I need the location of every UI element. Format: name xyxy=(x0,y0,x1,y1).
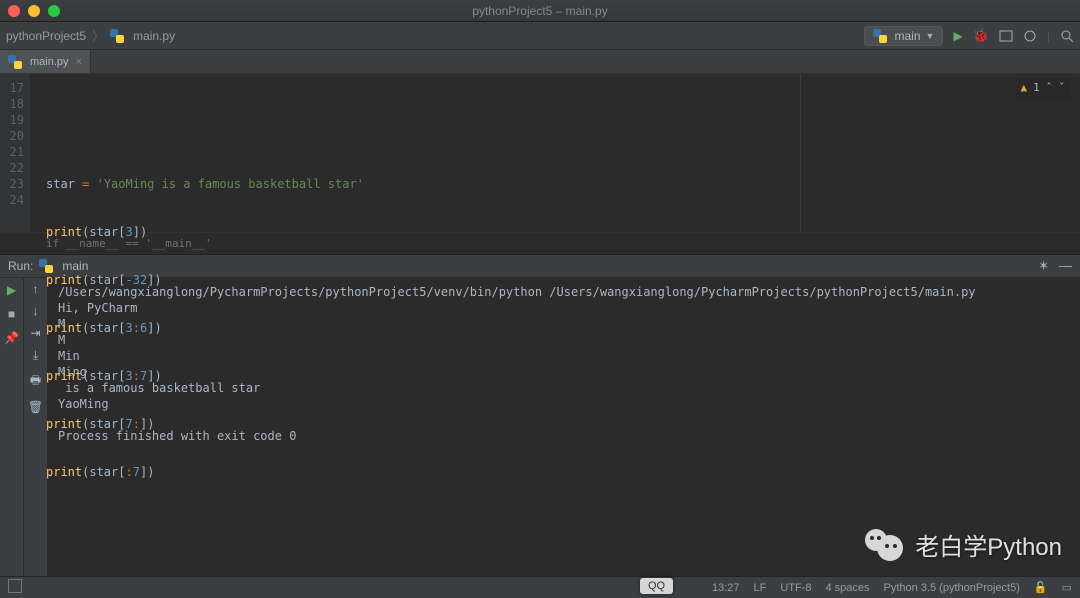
indent[interactable]: 4 spaces xyxy=(826,582,870,594)
editor-tab-main[interactable]: main.py × xyxy=(0,50,91,73)
breadcrumb-sep: 〉 xyxy=(92,27,104,44)
close-icon[interactable]: × xyxy=(76,56,82,68)
line-sep[interactable]: LF xyxy=(753,582,766,594)
warning-icon: ▲ xyxy=(1021,80,1028,96)
encoding[interactable]: UTF-8 xyxy=(780,582,811,594)
run-toolbar-left: ▶ ■ 📌 xyxy=(0,278,24,588)
stop-button[interactable]: ■ xyxy=(4,306,20,322)
clear-button[interactable]: 🗑 xyxy=(28,400,43,414)
print-button[interactable]: 🖶 xyxy=(30,371,41,392)
down-stack-button[interactable]: ↓ xyxy=(33,304,39,318)
watermark-text: 老白学Python xyxy=(915,527,1062,562)
editor-tabs: main.py × xyxy=(0,50,1080,74)
breadcrumb-file[interactable]: main.py xyxy=(133,29,175,43)
run-toolbar-left2: ↑ ↓ ⇥ ⤓ 🖶 🗑 xyxy=(24,278,48,588)
python-icon xyxy=(39,259,53,273)
nav-down-icon[interactable]: ˇ xyxy=(1058,80,1065,96)
code-area[interactable]: star = 'YaoMing is a famous basketball s… xyxy=(30,74,1080,232)
dock-tooltip: QQ xyxy=(640,578,673,594)
python-file-icon xyxy=(8,55,22,69)
interpreter[interactable]: Python 3.5 (pythonProject5) xyxy=(884,582,1020,594)
watermark: 老白学Python xyxy=(865,527,1062,562)
run-label: Run: xyxy=(8,259,33,273)
tool-windows-icon[interactable] xyxy=(8,579,22,593)
tab-label: main.py xyxy=(30,56,69,68)
profile-button[interactable] xyxy=(1023,29,1037,43)
run-button[interactable]: ▶ xyxy=(953,29,962,43)
nav-up-icon[interactable]: ˆ xyxy=(1046,80,1053,96)
macos-titlebar: pythonProject5 – main.py xyxy=(0,0,1080,22)
breadcrumb-project[interactable]: pythonProject5 xyxy=(6,29,86,43)
line-gutter: 17 18 19 20 21 22 23 24 xyxy=(0,74,30,232)
inspections-widget[interactable]: ▲ 1 ˆ ˇ xyxy=(1016,78,1071,98)
search-everywhere-button[interactable] xyxy=(1060,29,1074,43)
soft-wrap-button[interactable]: ⇥ xyxy=(30,326,40,340)
debug-button[interactable]: 🐞 xyxy=(973,28,989,44)
scroll-end-button[interactable]: ⤓ xyxy=(33,348,38,363)
code-editor[interactable]: 17 18 19 20 21 22 23 24 star = 'YaoMing … xyxy=(0,74,1080,232)
run-config-selector[interactable]: main ▼ xyxy=(864,26,944,46)
run-coverage-button[interactable] xyxy=(999,29,1013,43)
wechat-icon xyxy=(865,529,905,561)
status-bar: 13:27 LF UTF-8 4 spaces Python 3.5 (pyth… xyxy=(0,576,1080,598)
rerun-button[interactable]: ▶ xyxy=(4,282,20,298)
python-file-icon xyxy=(110,29,124,43)
divider: | xyxy=(1047,29,1050,43)
readonly-icon[interactable]: 🔓 xyxy=(1034,581,1048,594)
warning-count: 1 xyxy=(1033,80,1040,96)
run-config-label: main xyxy=(895,29,921,43)
python-icon xyxy=(873,29,887,43)
window-title: pythonProject5 – main.py xyxy=(0,4,1080,18)
up-stack-button[interactable]: ↑ xyxy=(33,282,39,296)
main-toolbar: pythonProject5 〉 main.py main ▼ ▶ 🐞 | xyxy=(0,22,1080,50)
pin-tab-button[interactable]: 📌 xyxy=(4,330,20,346)
notification-icon[interactable]: ▭ xyxy=(1062,581,1072,594)
caret-pos[interactable]: 13:27 xyxy=(712,582,740,594)
chevron-down-icon: ▼ xyxy=(926,31,935,41)
breadcrumb[interactable]: pythonProject5 〉 main.py xyxy=(6,27,175,44)
right-margin xyxy=(800,74,801,232)
